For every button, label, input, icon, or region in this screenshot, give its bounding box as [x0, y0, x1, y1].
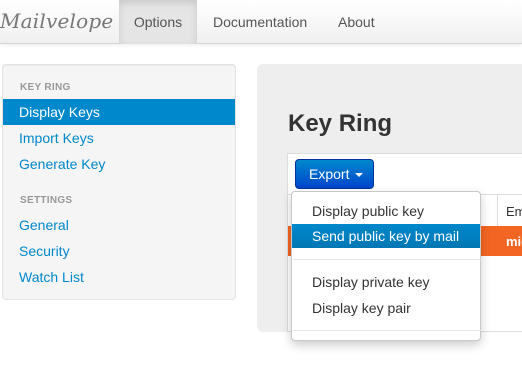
- export-button-label: Export: [309, 166, 350, 182]
- nav-tab-documentation[interactable]: Documentation: [213, 0, 307, 44]
- sidebar-item-watch-list[interactable]: Watch List: [3, 264, 235, 290]
- table-cell-email: mic: [506, 234, 522, 249]
- sidebar-item-generate-key[interactable]: Generate Key: [3, 151, 235, 177]
- menu-item-display-key-pair[interactable]: Display key pair: [292, 296, 480, 320]
- sidebar-item-security[interactable]: Security: [3, 238, 235, 264]
- sidebar-item-import-keys[interactable]: Import Keys: [3, 125, 235, 151]
- sidebar-header-key-ring: KEY RING: [20, 82, 71, 93]
- nav-tab-about[interactable]: About: [338, 0, 375, 44]
- menu-item-display-private-key[interactable]: Display private key: [292, 270, 480, 294]
- menu-item-send-public-key-by-mail[interactable]: Send public key by mail: [292, 224, 480, 248]
- sidebar-item-general[interactable]: General: [3, 212, 235, 238]
- sidebar-item-display-keys[interactable]: Display Keys: [3, 99, 235, 125]
- sidebar-nav: KEY RING Display Keys Import Keys Genera…: [2, 64, 236, 300]
- table-header-email[interactable]: Em: [506, 204, 522, 219]
- menu-divider: [293, 330, 481, 331]
- export-button[interactable]: Export: [295, 159, 374, 189]
- menu-divider: [293, 259, 481, 260]
- nav-tab-options[interactable]: Options: [119, 0, 197, 44]
- menu-item-display-public-key[interactable]: Display public key: [292, 199, 480, 223]
- page-title: Key Ring: [288, 110, 393, 137]
- brand-logo[interactable]: Mailvelope: [0, 9, 113, 33]
- top-navbar: Mailvelope Options Documentation About: [0, 0, 522, 44]
- export-dropdown-menu: Display public key Send public key by ma…: [291, 191, 481, 341]
- caret-down-icon: [355, 173, 363, 177]
- sidebar-header-settings: SETTINGS: [20, 195, 73, 206]
